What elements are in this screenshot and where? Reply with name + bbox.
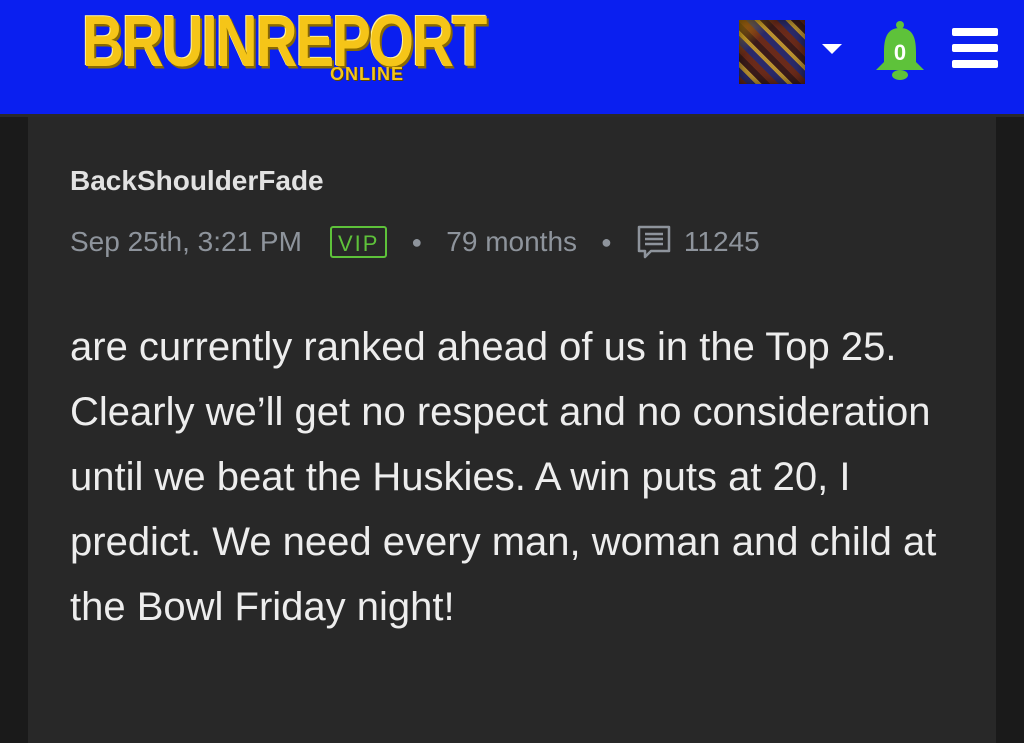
post-meta: Sep 25th, 3:21 PM VIP ● 79 months ● 1124… bbox=[70, 221, 760, 263]
notifications-button[interactable]: 0 bbox=[872, 20, 928, 82]
separator-dot: ● bbox=[601, 231, 612, 252]
post-count: 11245 bbox=[683, 226, 760, 257]
user-avatar[interactable] bbox=[739, 20, 805, 84]
post-body: are currently ranked ahead of us in the … bbox=[70, 325, 937, 629]
notification-count: 0 bbox=[894, 40, 906, 65]
dropdown-caret-icon[interactable] bbox=[822, 44, 842, 54]
site-header: BRUINREPORT ONLINE 0 bbox=[0, 0, 1024, 117]
post-timestamp: Sep 25th, 3:21 PM bbox=[70, 226, 302, 257]
logo-wordmark: BRUINREPORT bbox=[82, 1, 487, 83]
menu-icon[interactable] bbox=[952, 28, 998, 68]
membership-duration: 79 months bbox=[446, 226, 578, 257]
separator-dot: ● bbox=[411, 231, 423, 252]
message-icon bbox=[636, 224, 672, 260]
bell-icon: 0 bbox=[876, 21, 924, 80]
vip-badge: VIP bbox=[329, 226, 388, 258]
post-author[interactable]: BackShoulderFade bbox=[70, 165, 324, 197]
forum-post: BackShoulderFade Sep 25th, 3:21 PM VIP ●… bbox=[28, 117, 996, 743]
site-logo[interactable]: BRUINREPORT ONLINE bbox=[82, 5, 487, 88]
logo-subtitle: ONLINE bbox=[330, 64, 405, 84]
